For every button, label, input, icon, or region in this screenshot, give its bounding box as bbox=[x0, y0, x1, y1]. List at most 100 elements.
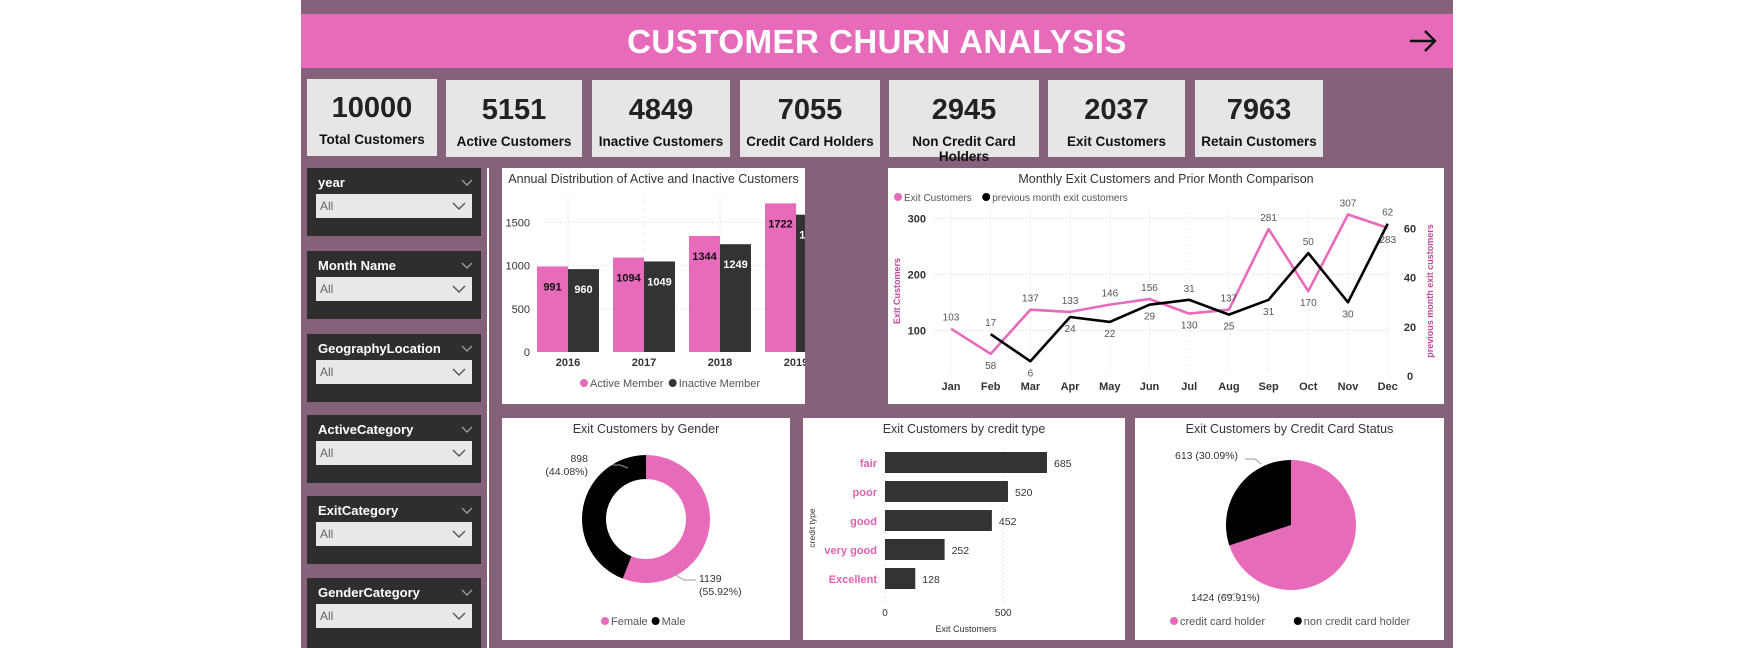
data-label: 1344 bbox=[692, 251, 717, 263]
bar-inactive-member-2016[interactable] bbox=[568, 269, 599, 352]
y-tick-label-left: 100 bbox=[908, 325, 926, 337]
chart-title: Exit Customers by Credit Card Status bbox=[1185, 422, 1394, 436]
kpi-card-exit-customers: 2037 Exit Customers bbox=[1048, 80, 1185, 157]
data-label: 960 bbox=[574, 284, 592, 296]
arrow-right-icon[interactable] bbox=[1407, 25, 1439, 57]
data-label: 307 bbox=[1340, 198, 1357, 209]
dropdown-value: All bbox=[320, 446, 334, 460]
data-label: 146 bbox=[1101, 289, 1118, 300]
chart-title: Exit Customers by credit type bbox=[882, 422, 1046, 436]
data-label: 898 bbox=[570, 453, 588, 465]
data-label: 128 bbox=[922, 574, 940, 586]
x-tick-label: May bbox=[1099, 381, 1121, 393]
kpi-value: 10000 bbox=[331, 92, 413, 124]
slicer-dropdown[interactable]: All bbox=[316, 194, 472, 218]
slicer-dropdown[interactable]: All bbox=[316, 360, 472, 384]
bar-good[interactable] bbox=[885, 510, 992, 531]
data-label: 133 bbox=[1062, 296, 1079, 307]
y-tick-label-right: 0 bbox=[1407, 371, 1413, 383]
collapse-chevron-icon[interactable] bbox=[461, 502, 473, 520]
kpi-card-retain-customers: 7963 Retain Customers bbox=[1195, 80, 1323, 157]
collapse-chevron-icon[interactable] bbox=[461, 340, 473, 358]
slicer-dropdown[interactable]: All bbox=[316, 522, 472, 546]
y-tick-label: 0 bbox=[524, 347, 530, 359]
slicer-gendercategory: GenderCategory All bbox=[307, 578, 481, 648]
kpi-card-credit-card-holders: 7055 Credit Card Holders bbox=[740, 80, 880, 157]
credit-card-pie-chart: 1424 (69.91%) 613 (30.09%) credit card hol… bbox=[1170, 450, 1411, 628]
collapse-chevron-icon[interactable] bbox=[461, 174, 473, 192]
slicer-dropdown[interactable]: All bbox=[316, 604, 472, 628]
kpi-label: Credit Card Holders bbox=[746, 134, 874, 149]
slicer-dropdown[interactable]: All bbox=[316, 441, 472, 465]
data-label: 613 (30.09%) bbox=[1175, 450, 1238, 462]
data-label: 29 bbox=[1144, 312, 1156, 323]
slicer-label: Month Name bbox=[318, 258, 396, 273]
data-label: 1591 bbox=[799, 230, 805, 242]
legend-marker bbox=[982, 193, 991, 201]
kpi-value: 5151 bbox=[481, 94, 547, 126]
chart-title: Monthly Exit Customers and Prior Month C… bbox=[1018, 172, 1314, 186]
legend-label-male: Male bbox=[662, 616, 686, 628]
data-label: 30 bbox=[1342, 309, 1354, 320]
data-label: 252 bbox=[952, 545, 970, 557]
legend-marker bbox=[668, 379, 677, 387]
x-tick-label: 2019 bbox=[784, 357, 805, 369]
data-label: 156 bbox=[1141, 283, 1158, 294]
slicer-dropdown[interactable]: All bbox=[316, 277, 472, 301]
slicer-month-name: Month Name All bbox=[307, 251, 481, 319]
bar-very-good[interactable] bbox=[885, 539, 945, 560]
legend-label-active-member: Active Member bbox=[590, 378, 664, 390]
bar-excellent[interactable] bbox=[885, 568, 916, 589]
credit-card-panel: Exit Customers by Credit Card Status 142… bbox=[1135, 418, 1444, 640]
slicer-label: year bbox=[318, 175, 345, 190]
kpi-card-active-customers: 5151 Active Customers bbox=[446, 80, 582, 157]
bar-fair[interactable] bbox=[885, 452, 1047, 473]
leader-line bbox=[673, 573, 696, 581]
dropdown-value: All bbox=[320, 527, 334, 541]
x-tick-label: Aug bbox=[1218, 381, 1239, 393]
slicer-label: GenderCategory bbox=[318, 585, 420, 600]
slicer-year: year All bbox=[307, 168, 481, 236]
chart-title: Annual Distribution of Active and Inacti… bbox=[508, 172, 799, 186]
series-line-exit-customers[interactable] bbox=[950, 213, 1389, 356]
kpi-label: Total Customers bbox=[319, 132, 425, 147]
data-label: (55.92%) bbox=[699, 586, 742, 598]
kpi-value: 7055 bbox=[777, 94, 843, 126]
legend-marker bbox=[1293, 617, 1302, 625]
x-tick-label: Feb bbox=[981, 381, 1001, 393]
data-label: 17 bbox=[985, 318, 997, 329]
legend-marker bbox=[601, 617, 609, 625]
kpi-label: Exit Customers bbox=[1066, 134, 1167, 149]
header-bar: CUSTOMER CHURN ANALYSIS bbox=[301, 14, 1453, 68]
slicer-geographylocation: GeographyLocation All bbox=[307, 334, 481, 402]
legend-marker bbox=[894, 193, 902, 201]
legend-label-female: Female bbox=[611, 616, 648, 628]
collapse-chevron-icon[interactable] bbox=[461, 584, 473, 602]
gender-donut-chart: 1139(55.92%) 898(44.08%) Female Male bbox=[545, 453, 742, 628]
x-tick-label: Jun bbox=[1140, 381, 1160, 393]
slicer-label: ActiveCategory bbox=[318, 422, 414, 437]
data-label: 170 bbox=[1300, 298, 1317, 309]
data-label: 24 bbox=[1065, 324, 1077, 335]
x-tick-label: Jan bbox=[942, 381, 961, 393]
monthly-exit-panel: Monthly Exit Customers and Prior Month C… bbox=[888, 168, 1444, 404]
collapse-chevron-icon[interactable] bbox=[461, 257, 473, 275]
data-label: 62 bbox=[1382, 208, 1394, 219]
data-label: 281 bbox=[1260, 213, 1277, 224]
kpi-value: 7963 bbox=[1226, 94, 1292, 126]
kpi-value: 2945 bbox=[931, 94, 997, 126]
bar-inactive-member-2017[interactable] bbox=[644, 261, 675, 352]
collapse-chevron-icon[interactable] bbox=[461, 421, 473, 439]
data-label: 452 bbox=[999, 516, 1017, 528]
bar-active-member-2016[interactable] bbox=[537, 266, 568, 352]
page-title: CUSTOMER CHURN ANALYSIS bbox=[627, 23, 1127, 60]
chart-title: Exit Customers by Gender bbox=[572, 422, 720, 436]
y-tick-label-left: 200 bbox=[908, 269, 926, 281]
data-label: 137 bbox=[1022, 294, 1039, 305]
data-label: 6 bbox=[1028, 368, 1034, 379]
data-label: 31 bbox=[1184, 284, 1196, 295]
kpi-label: Active Customers bbox=[456, 134, 572, 149]
bar-poor[interactable] bbox=[885, 481, 1008, 502]
leader-line bbox=[1245, 458, 1262, 465]
gender-panel: Exit Customers by Gender 1139 (55.92%) 898… bbox=[502, 418, 790, 640]
